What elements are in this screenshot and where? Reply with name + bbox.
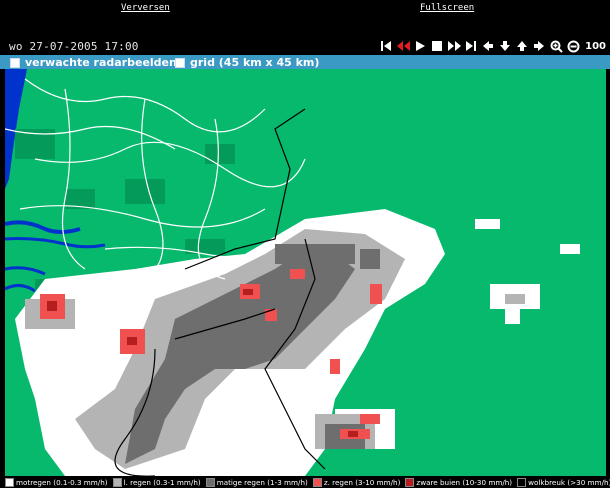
top-links: Verversen Fullscreen xyxy=(0,0,610,22)
legend-label: matige regen (1-3 mm/h) xyxy=(216,478,308,487)
radar-map-image xyxy=(5,69,580,476)
forecast-radar-checkbox[interactable]: verwachte radarbeelden xyxy=(10,56,177,69)
grid-label: grid (45 km x 45 km) xyxy=(190,56,320,69)
legend-swatch xyxy=(405,478,415,487)
time-bar: wo 27-07-2005 17:00 100 xyxy=(0,38,610,55)
legend-label: z. regen (3-10 mm/h) xyxy=(323,478,401,487)
waterway xyxy=(5,266,46,276)
zoom-out-icon[interactable] xyxy=(566,39,580,53)
fullscreen-link[interactable]: Fullscreen xyxy=(420,3,474,13)
timestamp: wo 27-07-2005 17:00 xyxy=(9,40,139,53)
play-icon[interactable] xyxy=(413,39,427,53)
legend-label: wolkbreuk (>30 mm/h) xyxy=(528,478,610,487)
stop-icon[interactable] xyxy=(430,39,444,53)
zoom-level: 100 xyxy=(585,40,606,52)
forecast-radar-label: verwachte radarbeelden xyxy=(25,56,177,69)
legend-swatch xyxy=(112,478,122,487)
waterway xyxy=(5,220,81,234)
zoom-in-icon[interactable] xyxy=(549,39,563,53)
precipitation-legend: motregen (0.1-0.3 mm/h) l. regen (0.3-1 … xyxy=(0,477,610,488)
legend-item-cloudburst: wolkbreuk (>30 mm/h) xyxy=(517,478,610,487)
rewind-icon[interactable] xyxy=(396,39,410,53)
legend-label: motregen (0.1-0.3 mm/h) xyxy=(16,478,108,487)
fast-forward-icon[interactable] xyxy=(447,39,461,53)
options-bar: verwachte radarbeelden grid (45 km x 45 … xyxy=(0,55,610,69)
animation-controls: 100 xyxy=(379,39,606,53)
radar-map[interactable] xyxy=(5,69,606,476)
pan-left-icon[interactable] xyxy=(481,39,495,53)
legend-item-moderate-rain: matige regen (1-3 mm/h) xyxy=(205,478,308,487)
legend-item-heavy-rain: z. regen (3-10 mm/h) xyxy=(312,478,401,487)
legend-swatch xyxy=(205,478,215,487)
checkbox-icon xyxy=(10,57,20,68)
last-frame-icon[interactable] xyxy=(464,39,478,53)
legend-swatch xyxy=(517,478,527,487)
legend-label: l. regen (0.3-1 mm/h) xyxy=(123,478,201,487)
legend-label: zware buien (10-30 mm/h) xyxy=(416,478,513,487)
legend-item-drizzle: motregen (0.1-0.3 mm/h) xyxy=(5,478,108,487)
pan-up-icon[interactable] xyxy=(515,39,529,53)
legend-swatch xyxy=(5,478,14,487)
grid-checkbox[interactable]: grid (45 km x 45 km) xyxy=(175,56,319,69)
legend-swatch xyxy=(312,478,322,487)
legend-item-light-rain: l. regen (0.3-1 mm/h) xyxy=(112,478,201,487)
refresh-link[interactable]: Verversen xyxy=(121,3,170,13)
checkbox-icon xyxy=(175,57,185,68)
waterway xyxy=(5,284,36,293)
pan-right-icon[interactable] xyxy=(532,39,546,53)
legend-item-showers: zware buien (10-30 mm/h) xyxy=(405,478,512,487)
pan-down-icon[interactable] xyxy=(498,39,512,53)
first-frame-icon[interactable] xyxy=(379,39,393,53)
waterway xyxy=(5,237,106,249)
